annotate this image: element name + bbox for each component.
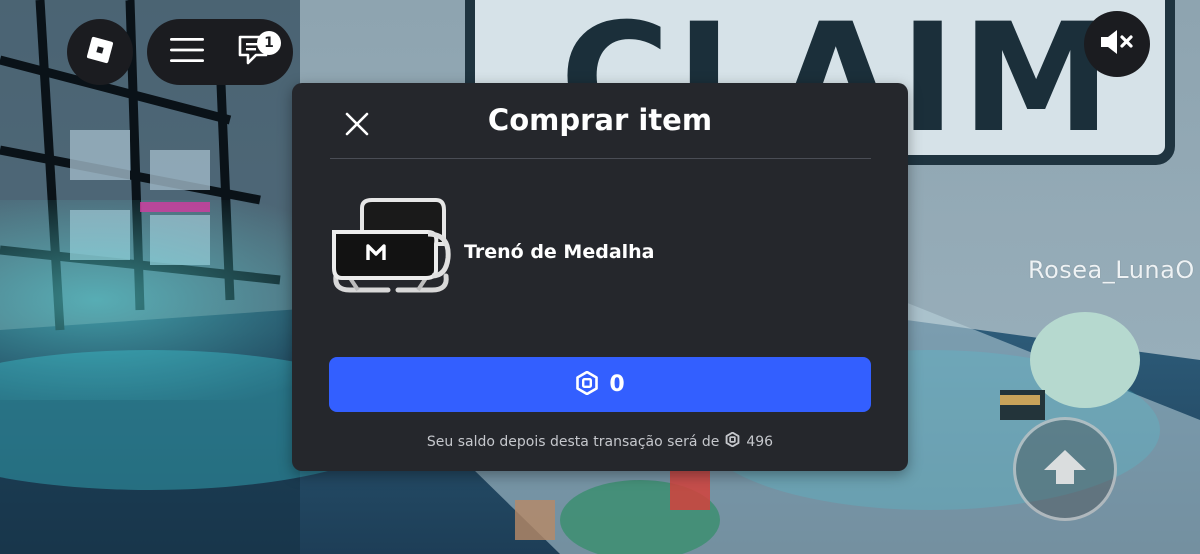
jump-arrow-icon <box>1042 448 1088 490</box>
item-price: 0 <box>609 372 625 397</box>
balance-text: Seu saldo depois desta transação será de <box>426 433 720 450</box>
roblox-logo-icon <box>85 35 115 69</box>
robux-icon <box>575 370 599 399</box>
dialog-divider <box>330 158 871 159</box>
item-thumbnail <box>328 198 454 306</box>
hamburger-menu-button[interactable] <box>167 32 207 72</box>
buy-button[interactable]: 0 <box>329 357 871 412</box>
chat-unread-badge: 1 <box>257 31 281 55</box>
sled-item-icon <box>328 198 454 310</box>
hamburger-menu-icon <box>170 37 204 67</box>
roblox-menu-button[interactable] <box>67 19 133 85</box>
game-viewport: CLAIM <box>0 0 1200 554</box>
balance-amount: 496 <box>746 433 774 450</box>
hud-menu-group: 1 <box>147 19 293 85</box>
purchase-dialog: Comprar item Trenó de Medalha 0 Seu sald… <box>292 83 908 471</box>
jump-button[interactable] <box>1013 417 1117 521</box>
dialog-title: Comprar item <box>487 103 713 137</box>
player-nametag: Rosea_LunaO <box>1028 256 1195 284</box>
item-name: Trenó de Medalha <box>464 241 655 263</box>
mute-button[interactable] <box>1084 11 1150 77</box>
speaker-muted-icon <box>1098 27 1136 61</box>
robux-small-icon <box>725 431 740 451</box>
balance-after-purchase: Seu saldo depois desta transação será de… <box>292 431 908 451</box>
